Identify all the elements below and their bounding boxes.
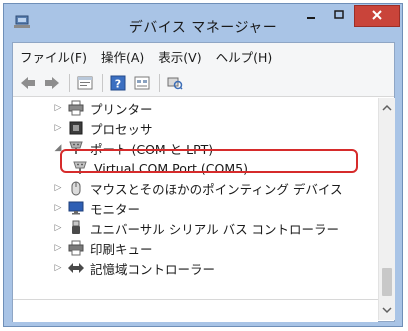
scroll-down-icon[interactable]	[379, 302, 395, 318]
tree-item-processors[interactable]: ▷ プロセッサ	[53, 118, 153, 138]
expand-arrow-icon[interactable]: ▷	[53, 243, 63, 253]
close-icon	[371, 9, 383, 24]
vertical-scrollbar[interactable]	[378, 98, 395, 320]
toolbar-separator	[102, 73, 103, 92]
expand-arrow-icon[interactable]: ▷	[53, 103, 63, 113]
tree-item-label: プリンター	[90, 101, 153, 117]
device-manager-window: デバイス マネージャー ファイル(F) 操作(A) 表示(V) ヘルプ(H) ?…	[3, 3, 403, 327]
tree-item-print-queues[interactable]: ▷ 印刷キュー	[53, 238, 153, 258]
menu-file[interactable]: ファイル(F)	[13, 47, 94, 66]
scrollbar-thumb[interactable]	[382, 268, 392, 296]
tree-item-label: 記憶域コントローラー	[90, 261, 216, 277]
tree-item-monitors[interactable]: ▷ モニター	[53, 198, 140, 218]
menu-bar: ファイル(F) 操作(A) 表示(V) ヘルプ(H)	[13, 43, 394, 70]
tree-item-label: ユニバーサル シリアル バス コントローラー	[90, 221, 340, 237]
mouse-icon	[67, 180, 85, 196]
menu-help[interactable]: ヘルプ(H)	[209, 47, 280, 66]
tree-item-label: モニター	[90, 201, 141, 217]
back-icon[interactable]	[17, 72, 39, 94]
printer-icon	[67, 100, 85, 116]
expand-arrow-icon[interactable]: ▷	[53, 223, 63, 233]
menu-action[interactable]: 操作(A)	[94, 47, 151, 66]
usb-icon	[67, 220, 85, 236]
status-bar	[13, 299, 378, 322]
minimize-icon	[306, 9, 316, 23]
tree-item-label: マウスとそのほかのポインティング デバイス	[90, 181, 343, 197]
tree-item-label: 印刷キュー	[90, 241, 153, 257]
highlight-annotation	[60, 149, 358, 173]
tree-item-usb-controllers[interactable]: ▷ ユニバーサル シリアル バス コントローラー	[53, 218, 339, 238]
monitor-icon	[67, 200, 85, 216]
print-queue-icon	[67, 240, 85, 256]
maximize-button[interactable]	[326, 5, 352, 27]
help-icon[interactable]: ?	[107, 72, 129, 94]
minimize-button[interactable]	[298, 5, 324, 27]
svg-text:?: ?	[115, 77, 121, 90]
close-button[interactable]	[354, 5, 400, 27]
tree-item-storage-controllers[interactable]: ▷ 記憶域コントローラー	[53, 258, 215, 278]
processor-icon	[67, 120, 85, 136]
maximize-icon	[334, 9, 344, 23]
expand-arrow-icon[interactable]: ▷	[53, 183, 63, 193]
expand-arrow-icon[interactable]: ▷	[53, 263, 63, 273]
device-tree: ▷ プリンター ▷ プロセッサ ◢ ポート (COM と LPT) Virtua…	[13, 98, 378, 298]
tree-item-printers[interactable]: ▷ プリンター	[53, 98, 153, 118]
properties-icon[interactable]	[74, 72, 96, 94]
toolbar-separator	[159, 73, 160, 92]
view-icon[interactable]	[131, 72, 153, 94]
scan-hardware-icon[interactable]	[164, 72, 186, 94]
expand-arrow-icon[interactable]: ▷	[53, 123, 63, 133]
title-bar[interactable]: デバイス マネージャー	[4, 4, 402, 42]
forward-icon[interactable]	[41, 72, 63, 94]
toolbar: ?	[13, 69, 394, 97]
scroll-up-icon[interactable]	[379, 100, 395, 116]
toolbar-separator	[69, 73, 70, 92]
menu-view[interactable]: 表示(V)	[151, 47, 208, 66]
storage-controller-icon	[67, 260, 85, 276]
tree-item-mice[interactable]: ▷ マウスとそのほかのポインティング デバイス	[53, 178, 342, 198]
client-area: ファイル(F) 操作(A) 表示(V) ヘルプ(H) ? ▷ プリンター ▷ プ…	[12, 42, 395, 322]
expand-arrow-icon[interactable]: ▷	[53, 203, 63, 213]
tree-item-label: プロセッサ	[90, 121, 153, 137]
